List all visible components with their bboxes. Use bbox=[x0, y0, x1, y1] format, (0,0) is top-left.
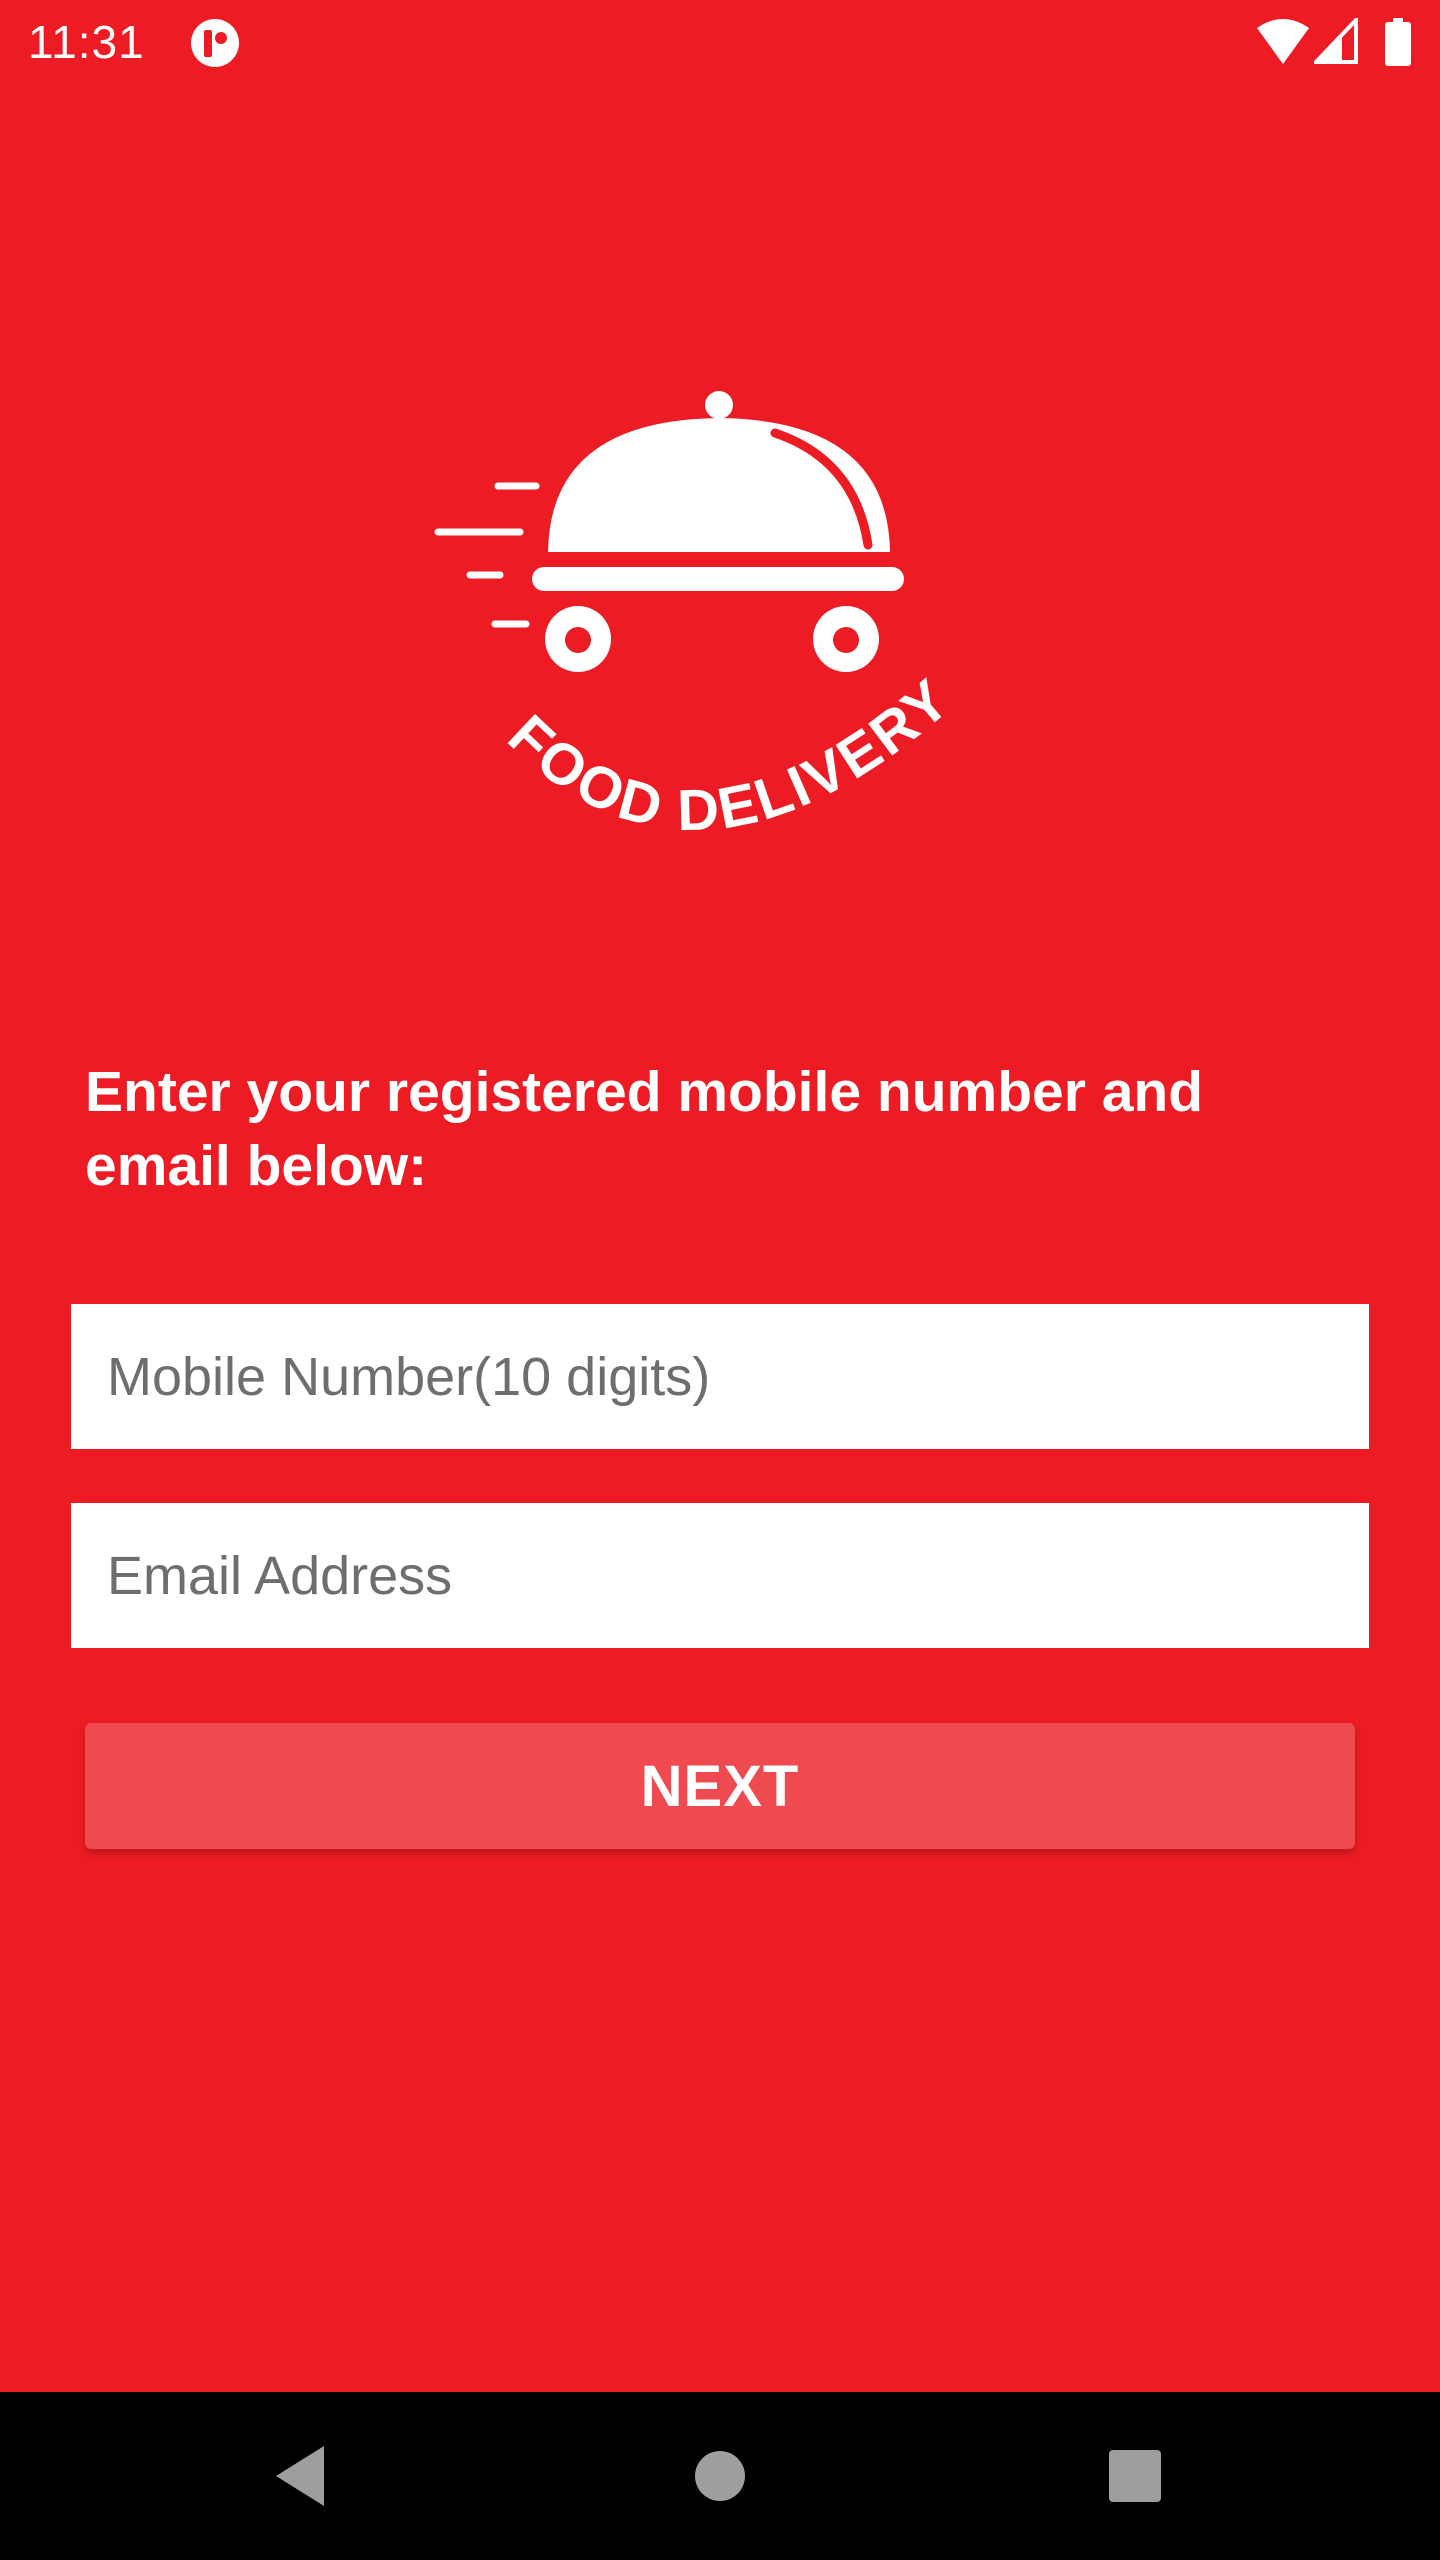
battery-icon bbox=[1385, 18, 1411, 66]
wifi-icon bbox=[1257, 19, 1309, 64]
recents-square-icon[interactable] bbox=[1109, 2450, 1161, 2502]
next-button[interactable]: NEXT bbox=[85, 1723, 1355, 1849]
svg-text:FOOD DELIVERY: FOOD DELIVERY bbox=[496, 666, 964, 844]
mobile-number-input[interactable] bbox=[71, 1304, 1369, 1449]
back-triangle-icon[interactable] bbox=[272, 2444, 328, 2508]
cell-signal-icon bbox=[1314, 18, 1358, 64]
instruction-text: Enter your registered mobile number and … bbox=[85, 1060, 1204, 1198]
email-address-field[interactable] bbox=[71, 1503, 1369, 1648]
navigation-bar bbox=[0, 2392, 1440, 2560]
next-button-label: NEXT bbox=[640, 1753, 800, 1819]
food-cloche-cart-icon bbox=[434, 391, 904, 672]
logo-text: FOOD DELIVERY bbox=[496, 666, 961, 844]
status-time: 11:31 bbox=[28, 16, 145, 68]
email-address-input[interactable] bbox=[71, 1503, 1369, 1648]
status-bar: 11:31 bbox=[0, 0, 1440, 84]
notification-app-icon bbox=[191, 19, 239, 67]
home-circle-icon[interactable] bbox=[694, 2450, 746, 2502]
food-delivery-logo: FOOD DELIVERY bbox=[434, 391, 964, 844]
mobile-number-field[interactable] bbox=[71, 1304, 1369, 1449]
